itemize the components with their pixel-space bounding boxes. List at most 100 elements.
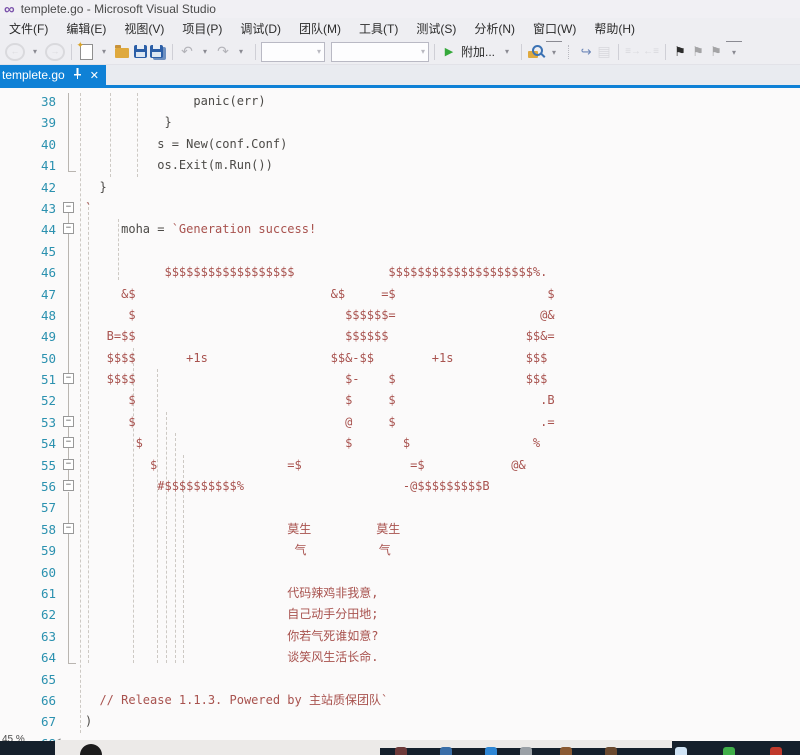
taskbar-app-icon[interactable]: [395, 747, 407, 755]
code-line[interactable]: 你若气死谁如意?: [85, 626, 379, 647]
taskbar-app-icon[interactable]: [520, 747, 532, 755]
menu-item-9[interactable]: 窗口(W): [524, 18, 585, 39]
taskbar-app-icon[interactable]: [485, 747, 497, 755]
find-options-dropdown-icon[interactable]: ▾: [546, 41, 562, 62]
code-line[interactable]: os.Exit(m.Run()): [85, 155, 273, 176]
toolbar-separator: [521, 44, 522, 60]
chevron-down-icon: ▾: [421, 47, 425, 56]
code-line[interactable]: &$ &$ =$ $: [85, 284, 555, 305]
code-line[interactable]: $ $$$$$$= @&: [85, 305, 555, 326]
code-line[interactable]: s = New(conf.Conf): [85, 134, 287, 155]
line-number: 41: [0, 155, 56, 176]
fold-marker[interactable]: −: [63, 437, 74, 448]
code-line[interactable]: $ $ $ .B: [85, 390, 555, 411]
toggle-bookmark-icon[interactable]: ⚑: [672, 42, 688, 62]
close-icon[interactable]: ✕: [90, 69, 99, 82]
taskbar-app-icon[interactable]: [560, 747, 572, 755]
code-line[interactable]: 自己动手分田地;: [85, 604, 379, 625]
code-line[interactable]: 代码辣鸡非我意,: [85, 583, 379, 604]
code-line[interactable]: $$$$ +1s $$&-$$ +1s $$$: [85, 348, 547, 369]
window-title: templete.go - Microsoft Visual Studio: [21, 2, 216, 16]
fold-marker[interactable]: −: [63, 223, 74, 234]
line-number: 56: [0, 476, 56, 497]
menu-item-10[interactable]: 帮助(H): [585, 18, 644, 39]
taskbar-app-icon[interactable]: [605, 747, 617, 755]
menu-item-7[interactable]: 测试(S): [407, 18, 465, 39]
visual-studio-logo-icon: ∞: [4, 3, 15, 17]
attach-dropdown-icon[interactable]: ▾: [499, 42, 515, 62]
save-all-button[interactable]: [150, 42, 166, 62]
taskbar-app-icon[interactable]: [675, 747, 687, 755]
menu-item-0[interactable]: 文件(F): [0, 18, 57, 39]
line-number: 66: [0, 690, 56, 711]
indent-icon[interactable]: ≡→: [625, 42, 641, 62]
code-line[interactable]: }: [85, 112, 172, 133]
code-line[interactable]: $$$$$$$$$$$$$$$$$$ $$$$$$$$$$$$$$$$$$$$%…: [85, 262, 547, 283]
previous-bookmark-icon[interactable]: ⚑: [690, 42, 706, 62]
line-number: 67: [0, 711, 56, 732]
code-line[interactable]: `: [85, 198, 92, 219]
fold-marker[interactable]: −: [63, 523, 74, 534]
code-line[interactable]: $ =$ =$ @&: [85, 455, 526, 476]
outdent-icon[interactable]: ←≡: [643, 42, 659, 62]
undo-dropdown-icon[interactable]: ▾: [197, 42, 213, 62]
taskbar-app-icon[interactable]: [770, 747, 782, 755]
menu-item-5[interactable]: 团队(M): [290, 18, 350, 39]
navigate-back-dropdown-icon[interactable]: ▾: [27, 42, 43, 62]
menu-item-4[interactable]: 调试(D): [231, 18, 290, 39]
line-number: 38: [0, 91, 56, 112]
redo-dropdown-icon[interactable]: ▾: [233, 42, 249, 62]
toolbar-combo-configuration[interactable]: ▾: [261, 42, 325, 62]
new-file-dropdown-icon[interactable]: ▾: [96, 42, 112, 62]
code-line[interactable]: $ @ $ .=: [85, 412, 555, 433]
code-line[interactable]: // Release 1.1.3. Powered by 主站质保团队`: [85, 690, 388, 711]
toolbar-overflow-icon[interactable]: ▾: [726, 41, 742, 62]
start-debug-icon[interactable]: ▶: [441, 42, 457, 62]
pin-icon[interactable]: [73, 66, 82, 84]
toolbar-separator: [568, 45, 572, 59]
new-file-button[interactable]: [78, 42, 94, 62]
tab-templete-go[interactable]: templete.go ✕: [0, 65, 106, 85]
fold-marker[interactable]: −: [63, 373, 74, 384]
toolbar-combo-platform[interactable]: ▾: [331, 42, 429, 62]
code-line[interactable]: #$$$$$$$$$$% -@$$$$$$$$$B: [85, 476, 490, 497]
code-editor[interactable]: −−−−−−−− 38 panic(err)39 }40 s = New(con…: [0, 88, 800, 755]
menu-item-6[interactable]: 工具(T): [350, 18, 407, 39]
code-line[interactable]: panic(err): [85, 91, 266, 112]
code-line[interactable]: 谈笑风生活长命.: [85, 647, 379, 668]
code-line[interactable]: 莫生 莫生: [85, 519, 400, 540]
code-line[interactable]: }: [85, 177, 107, 198]
menu-item-1[interactable]: 编辑(E): [57, 18, 115, 39]
fold-marker[interactable]: −: [63, 480, 74, 491]
code-line[interactable]: 气 气: [85, 540, 391, 561]
redo-button[interactable]: ↷: [215, 42, 231, 62]
line-number: 50: [0, 348, 56, 369]
find-in-files-button[interactable]: [528, 42, 544, 62]
line-number: 42: [0, 177, 56, 198]
code-line[interactable]: $ $ $ %: [85, 433, 540, 454]
taskbar-app-icon[interactable]: [440, 747, 452, 755]
navigate-forward-icon[interactable]: →: [45, 43, 65, 61]
save-button[interactable]: [132, 42, 148, 62]
next-bookmark-icon[interactable]: ⚑: [708, 42, 724, 62]
menu-item-2[interactable]: 视图(V): [115, 18, 173, 39]
undo-button[interactable]: ↶: [179, 42, 195, 62]
open-file-button[interactable]: [114, 42, 130, 62]
fold-marker[interactable]: −: [63, 202, 74, 213]
menu-item-8[interactable]: 分析(N): [465, 18, 524, 39]
taskbar-app-icon[interactable]: [723, 747, 735, 755]
code-line[interactable]: B=$$ $$$$$$ $$&=: [85, 326, 555, 347]
navigate-back-icon[interactable]: ←: [5, 43, 25, 61]
line-number: 55: [0, 455, 56, 476]
tab-strip: templete.go ✕: [0, 65, 800, 85]
code-line[interactable]: ): [85, 711, 92, 732]
line-number: 60: [0, 562, 56, 583]
code-line[interactable]: $$$$ $- $ $$$: [85, 369, 547, 390]
attach-button[interactable]: 附加...: [461, 43, 495, 60]
fold-marker[interactable]: −: [63, 459, 74, 470]
menu-item-3[interactable]: 项目(P): [173, 18, 231, 39]
code-line[interactable]: moha = `Generation success!: [85, 219, 316, 240]
navigate-to-icon[interactable]: ↪: [578, 42, 594, 62]
fold-marker[interactable]: −: [63, 416, 74, 427]
show-threads-icon[interactable]: ▤: [596, 42, 612, 62]
